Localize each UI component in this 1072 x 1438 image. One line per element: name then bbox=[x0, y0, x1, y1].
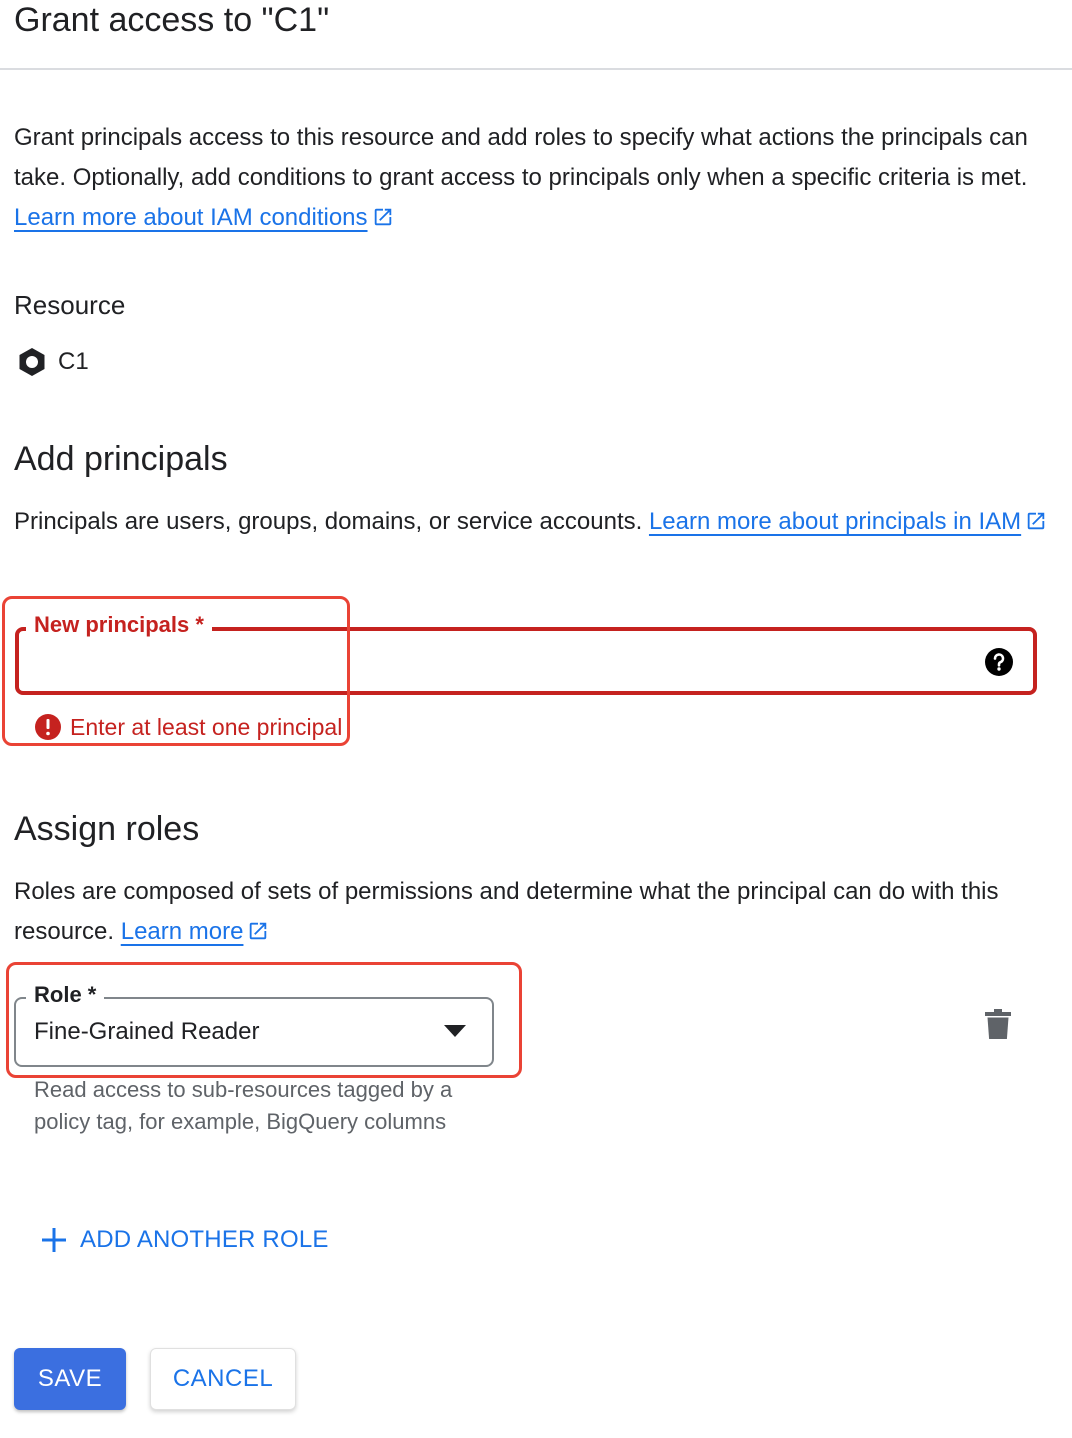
error-icon bbox=[35, 714, 61, 740]
external-link-icon bbox=[374, 208, 391, 226]
help-icon[interactable] bbox=[984, 647, 1014, 677]
role-selected-value: Fine-Grained Reader bbox=[34, 1018, 260, 1045]
role-label: Role * bbox=[26, 980, 105, 1010]
add-another-role-button[interactable]: ADD ANOTHER ROLE bbox=[40, 1226, 329, 1254]
intro-paragraph: Grant principals access to this resource… bbox=[14, 118, 1054, 238]
external-link-icon bbox=[1027, 512, 1045, 530]
principals-description: Principals are users, groups, domains, o… bbox=[14, 502, 1054, 542]
roles-description: Roles are composed of sets of permission… bbox=[14, 872, 1054, 952]
principals-learn-link[interactable]: Learn more about principals in IAM bbox=[649, 508, 1021, 535]
intro-text: Grant principals access to this resource… bbox=[14, 124, 1028, 191]
trash-icon[interactable] bbox=[984, 1008, 1012, 1040]
dialog-header: Grant access to "C1" bbox=[0, 0, 1072, 70]
add-principals-heading: Add principals bbox=[14, 440, 228, 478]
save-button[interactable]: SAVE bbox=[14, 1348, 126, 1410]
resource-row: C1 bbox=[16, 346, 89, 378]
external-link-icon bbox=[250, 922, 267, 940]
principals-desc-text: Principals are users, groups, domains, o… bbox=[14, 508, 649, 535]
resource-hexagon-icon bbox=[19, 348, 45, 376]
principals-error-message: Enter at least one principal bbox=[70, 713, 343, 740]
roles-learn-more-link[interactable]: Learn more bbox=[121, 918, 244, 945]
cancel-button[interactable]: CANCEL bbox=[150, 1348, 296, 1410]
dropdown-arrow-icon bbox=[444, 1025, 466, 1037]
principals-error: Enter at least one principal bbox=[34, 712, 342, 742]
add-another-role-label: ADD ANOTHER ROLE bbox=[80, 1226, 329, 1253]
assign-roles-heading: Assign roles bbox=[14, 810, 200, 848]
role-description: Read access to sub-resources tagged by a… bbox=[34, 1077, 453, 1134]
new-principals-label: New principals * bbox=[26, 610, 212, 640]
dialog-title: Grant access to "C1" bbox=[14, 1, 330, 39]
plus-icon bbox=[42, 1228, 66, 1252]
resource-heading: Resource bbox=[14, 290, 126, 320]
iam-conditions-link[interactable]: Learn more about IAM conditions bbox=[14, 204, 368, 231]
resource-name: C1 bbox=[58, 348, 89, 375]
